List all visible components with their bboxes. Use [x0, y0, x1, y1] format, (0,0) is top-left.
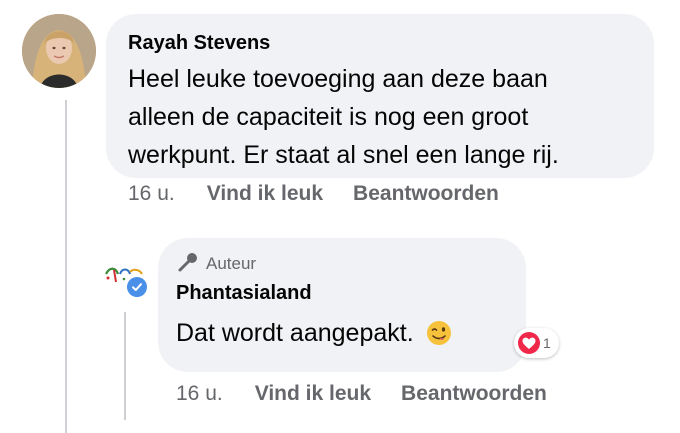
comment-text: Heel leuke toevoeging aan deze baan alle…: [128, 60, 632, 174]
comment-line: Heel leuke toevoeging aan deze baan: [128, 65, 548, 93]
reply-actions: 16 u. Vind ik leuk Beantwoorden: [176, 382, 577, 406]
reply-author[interactable]: Phantasialand: [176, 280, 508, 306]
author-badge-label: Auteur: [206, 254, 257, 273]
reaction-count: 1: [543, 335, 551, 351]
thread-line: [65, 100, 67, 433]
like-button[interactable]: Vind ik leuk: [255, 382, 371, 406]
heart-reaction-icon: [518, 332, 540, 354]
comment-actions: 16 u. Vind ik leuk Beantwoorden: [128, 182, 529, 206]
comment-bubble: Rayah Stevens Heel leuke toevoeging aan …: [106, 14, 654, 178]
verified-check-icon: [127, 277, 147, 297]
comment-timestamp[interactable]: 16 u.: [128, 182, 175, 206]
author-badge: Auteur: [176, 252, 508, 276]
winking-face-icon: [426, 320, 452, 346]
reply-thread-line: [124, 312, 126, 420]
reply-text: Dat wordt aangepakt.: [176, 319, 414, 347]
like-button[interactable]: Vind ik leuk: [207, 182, 323, 206]
profile-photo: [22, 14, 96, 88]
comment-line: alleen de capaciteit is nog een groot: [128, 103, 529, 131]
microphone-icon: [176, 251, 200, 278]
reply-button[interactable]: Beantwoorden: [353, 182, 499, 206]
verified-badge: [124, 274, 150, 300]
reply-button[interactable]: Beantwoorden: [401, 382, 547, 406]
reaction-summary[interactable]: 1: [514, 328, 559, 358]
comment-line: werkpunt. Er staat al snel een lange rij…: [128, 141, 559, 169]
reply-timestamp[interactable]: 16 u.: [176, 382, 223, 406]
avatar[interactable]: [22, 14, 96, 88]
reply-text-row: Dat wordt aangepakt.: [176, 314, 508, 352]
comment-author[interactable]: Rayah Stevens: [128, 30, 632, 56]
reply-bubble: Auteur Phantasialand Dat wordt aangepakt…: [158, 238, 526, 372]
